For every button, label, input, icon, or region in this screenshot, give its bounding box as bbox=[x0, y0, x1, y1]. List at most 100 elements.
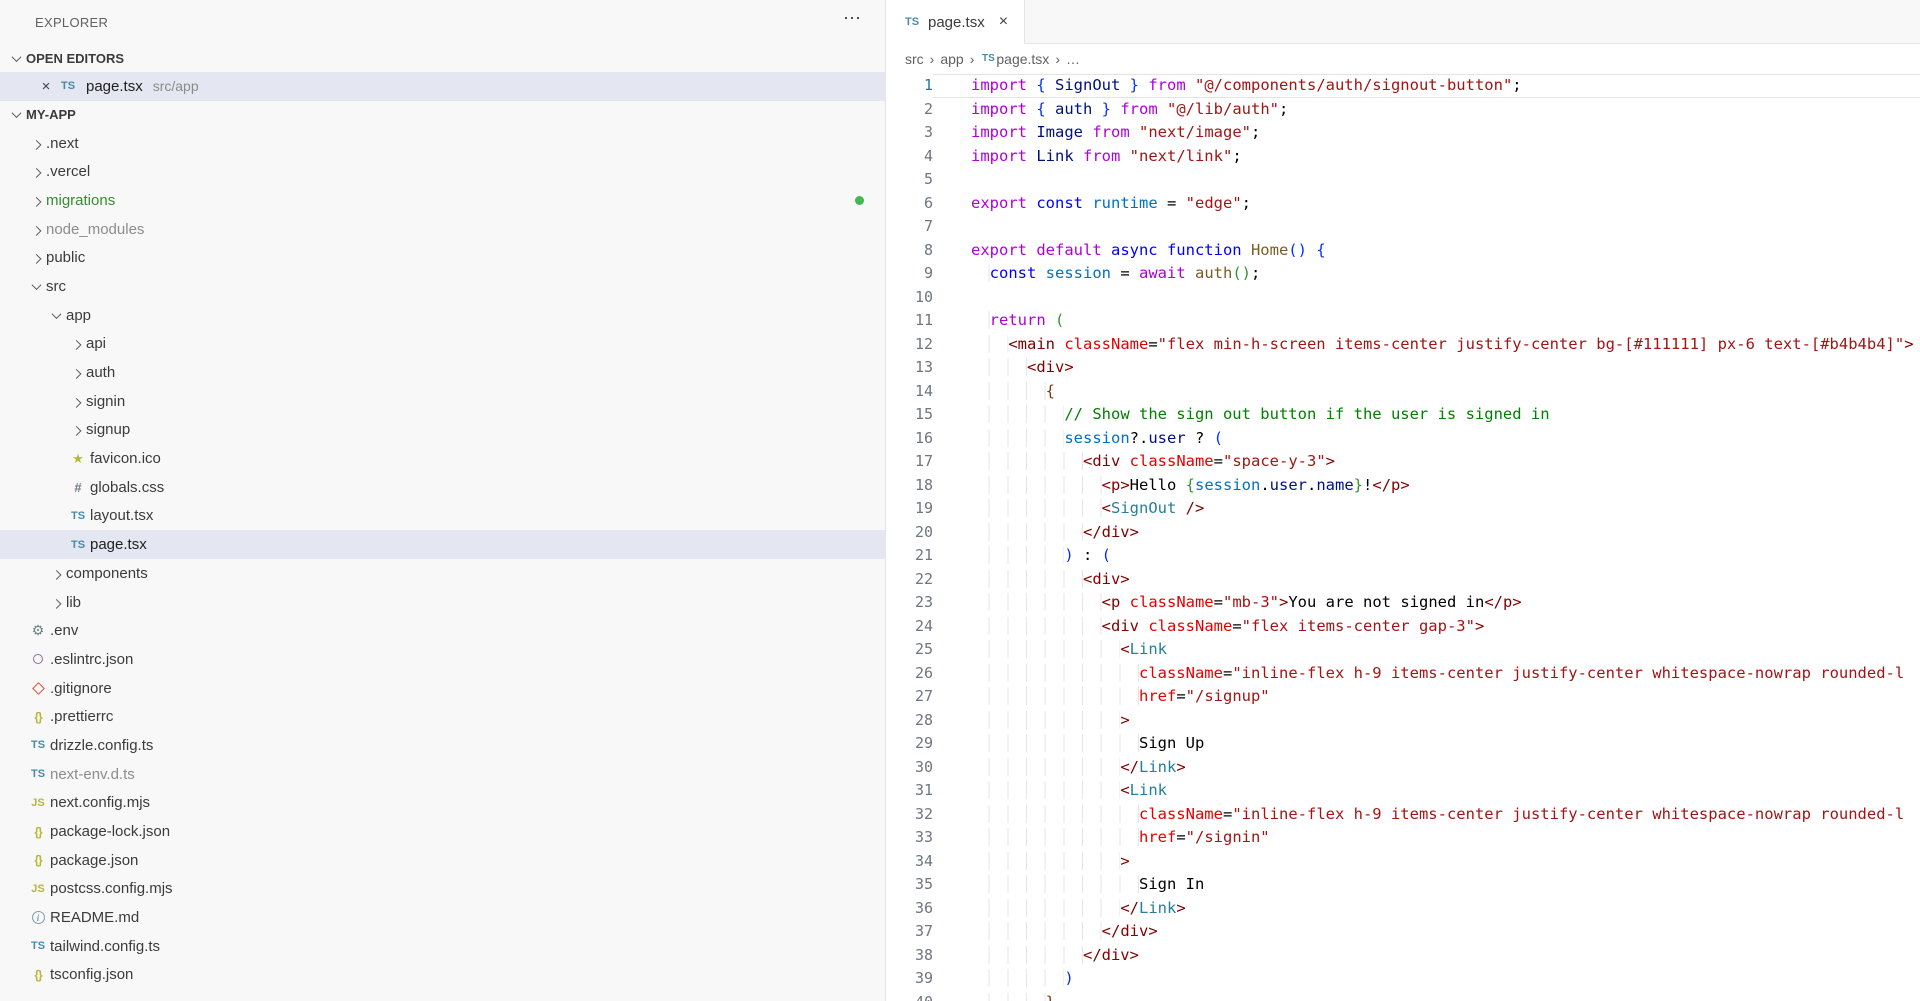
code-line-12[interactable]: 12 <main className="flex min-h-screen it… bbox=[886, 333, 1920, 357]
code-line-4[interactable]: 4import Link from "next/link"; bbox=[886, 145, 1920, 169]
tree-file-package-lock.json[interactable]: {}package-lock.json bbox=[0, 817, 885, 846]
code-line-26[interactable]: 26 className="inline-flex h-9 items-cent… bbox=[886, 662, 1920, 686]
tree-folder-node_modules[interactable]: node_modules bbox=[0, 215, 885, 244]
workspace-section-header[interactable]: MY-APP bbox=[0, 101, 885, 129]
code-line-36[interactable]: 36 </Link> bbox=[886, 897, 1920, 921]
code-line-7[interactable]: 7 bbox=[886, 215, 1920, 239]
code-token: { bbox=[1046, 382, 1055, 400]
code-token: ( bbox=[1214, 429, 1223, 447]
code-token: { bbox=[1036, 76, 1055, 94]
tab-page.tsx[interactable]: TSpage.tsx× bbox=[886, 0, 1025, 44]
tree-folder-public[interactable]: public bbox=[0, 243, 885, 272]
code-token: Link bbox=[1130, 781, 1167, 799]
more-actions-icon[interactable]: ⋯ bbox=[843, 8, 861, 29]
breadcrumb-item[interactable]: app bbox=[940, 51, 963, 67]
tree-folder-.next[interactable]: .next bbox=[0, 129, 885, 158]
code-line-27[interactable]: 27 href="/signup" bbox=[886, 685, 1920, 709]
code-line-31[interactable]: 31 <Link bbox=[886, 779, 1920, 803]
breadcrumb-item[interactable]: src bbox=[905, 51, 924, 67]
code-editor[interactable]: 1import { SignOut } from "@/components/a… bbox=[886, 73, 1920, 1001]
line-number: 15 bbox=[886, 403, 933, 427]
code-line-16[interactable]: 16 session?.user ? ( bbox=[886, 427, 1920, 451]
line-content: href="/signin" bbox=[933, 826, 1920, 850]
tree-folder-signup[interactable]: signup bbox=[0, 416, 885, 445]
code-line-19[interactable]: 19 <SignOut /> bbox=[886, 497, 1920, 521]
tree-folder-api[interactable]: api bbox=[0, 330, 885, 359]
breadcrumb-item[interactable]: … bbox=[1066, 51, 1080, 67]
code-line-9[interactable]: 9 const session = await auth(); bbox=[886, 262, 1920, 286]
code-line-1[interactable]: 1import { SignOut } from "@/components/a… bbox=[886, 74, 1920, 98]
tree-folder-migrations[interactable]: migrations bbox=[0, 186, 885, 215]
tree-file-drizzle.config.ts[interactable]: TSdrizzle.config.ts bbox=[0, 731, 885, 760]
code-line-8[interactable]: 8export default async function Home() { bbox=[886, 239, 1920, 263]
code-line-11[interactable]: 11 return ( bbox=[886, 309, 1920, 333]
tree-file-globals.css[interactable]: #globals.css bbox=[0, 473, 885, 502]
tree-file-.env[interactable]: ⚙.env bbox=[0, 616, 885, 645]
tree-file-next.config.mjs[interactable]: JSnext.config.mjs bbox=[0, 789, 885, 818]
code-line-22[interactable]: 22 <div> bbox=[886, 568, 1920, 592]
tree-item-label: package-lock.json bbox=[50, 823, 170, 840]
tree-folder-src[interactable]: src bbox=[0, 272, 885, 301]
tree-folder-lib[interactable]: lib bbox=[0, 588, 885, 617]
tree-file-layout.tsx[interactable]: TSlayout.tsx bbox=[0, 502, 885, 531]
code-line-2[interactable]: 2import { auth } from "@/lib/auth"; bbox=[886, 98, 1920, 122]
code-token: "@/components/auth/signout-button" bbox=[1195, 76, 1512, 94]
tree-file-.eslintrc.json[interactable]: .eslintrc.json bbox=[0, 645, 885, 674]
line-content: ) bbox=[933, 967, 1920, 991]
code-line-3[interactable]: 3import Image from "next/image"; bbox=[886, 121, 1920, 145]
tree-folder-components[interactable]: components bbox=[0, 559, 885, 588]
code-line-10[interactable]: 10 bbox=[886, 286, 1920, 310]
code-token: > bbox=[1475, 617, 1484, 635]
code-token: } bbox=[1354, 476, 1363, 494]
tree-folder-signin[interactable]: signin bbox=[0, 387, 885, 416]
tree-folder-.vercel[interactable]: .vercel bbox=[0, 157, 885, 186]
tree-folder-app[interactable]: app bbox=[0, 301, 885, 330]
tree-file-tailwind.config.ts[interactable]: TStailwind.config.ts bbox=[0, 932, 885, 961]
code-line-20[interactable]: 20 </div> bbox=[886, 521, 1920, 545]
code-line-35[interactable]: 35 Sign In bbox=[886, 873, 1920, 897]
line-number: 32 bbox=[886, 803, 933, 827]
code-line-38[interactable]: 38 </div> bbox=[886, 944, 1920, 968]
code-line-34[interactable]: 34 > bbox=[886, 850, 1920, 874]
code-line-18[interactable]: 18 <p>Hello {session.user.name}!</p> bbox=[886, 474, 1920, 498]
tree-folder-auth[interactable]: auth bbox=[0, 358, 885, 387]
tree-file-page.tsx[interactable]: TSpage.tsx bbox=[0, 530, 885, 559]
tree-file-package.json[interactable]: {}package.json bbox=[0, 846, 885, 875]
tree-file-next-env.d.ts[interactable]: TSnext-env.d.ts bbox=[0, 760, 885, 789]
code-line-25[interactable]: 25 <Link bbox=[886, 638, 1920, 662]
code-line-24[interactable]: 24 <div className="flex items-center gap… bbox=[886, 615, 1920, 639]
code-line-6[interactable]: 6export const runtime = "edge"; bbox=[886, 192, 1920, 216]
tree-file-postcss.config.mjs[interactable]: JSpostcss.config.mjs bbox=[0, 875, 885, 904]
code-line-29[interactable]: 29 Sign Up bbox=[886, 732, 1920, 756]
open-editor-item[interactable]: ×TSpage.tsxsrc/app bbox=[0, 72, 885, 101]
code-line-37[interactable]: 37 </div> bbox=[886, 920, 1920, 944]
tree-file-tsconfig.json[interactable]: {}tsconfig.json bbox=[0, 961, 885, 990]
code-line-21[interactable]: 21 ) : ( bbox=[886, 544, 1920, 568]
code-line-14[interactable]: 14 { bbox=[886, 380, 1920, 404]
tree-file-favicon.ico[interactable]: ★favicon.ico bbox=[0, 444, 885, 473]
code-line-13[interactable]: 13 <div> bbox=[886, 356, 1920, 380]
breadcrumb-item[interactable]: TSpage.tsx bbox=[980, 51, 1049, 67]
code-line-15[interactable]: 15 // Show the sign out button if the us… bbox=[886, 403, 1920, 427]
code-line-23[interactable]: 23 <p className="mb-3">You are not signe… bbox=[886, 591, 1920, 615]
open-editors-section-header[interactable]: OPEN EDITORS bbox=[0, 44, 885, 72]
code-line-39[interactable]: 39 ) bbox=[886, 967, 1920, 991]
code-line-5[interactable]: 5 bbox=[886, 168, 1920, 192]
tree-file-.prettierrc[interactable]: {}.prettierrc bbox=[0, 702, 885, 731]
line-content: import { auth } from "@/lib/auth"; bbox=[933, 98, 1920, 122]
line-content: return ( bbox=[933, 309, 1920, 333]
code-token: import bbox=[971, 147, 1036, 165]
close-icon[interactable]: × bbox=[38, 78, 54, 95]
tree-file-README.md[interactable]: iREADME.md bbox=[0, 903, 885, 932]
chevron-right-icon bbox=[28, 221, 44, 237]
code-line-40[interactable]: 40 } bbox=[886, 991, 1920, 1001]
code-line-28[interactable]: 28 > bbox=[886, 709, 1920, 733]
tree-file-.gitignore[interactable]: .gitignore bbox=[0, 674, 885, 703]
code-line-17[interactable]: 17 <div className="space-y-3"> bbox=[886, 450, 1920, 474]
code-line-32[interactable]: 32 className="inline-flex h-9 items-cent… bbox=[886, 803, 1920, 827]
code-line-30[interactable]: 30 </Link> bbox=[886, 756, 1920, 780]
code-token: "/signin" bbox=[1186, 828, 1270, 846]
close-icon[interactable]: × bbox=[999, 13, 1008, 31]
code-line-33[interactable]: 33 href="/signin" bbox=[886, 826, 1920, 850]
code-token: </ bbox=[1120, 758, 1139, 776]
